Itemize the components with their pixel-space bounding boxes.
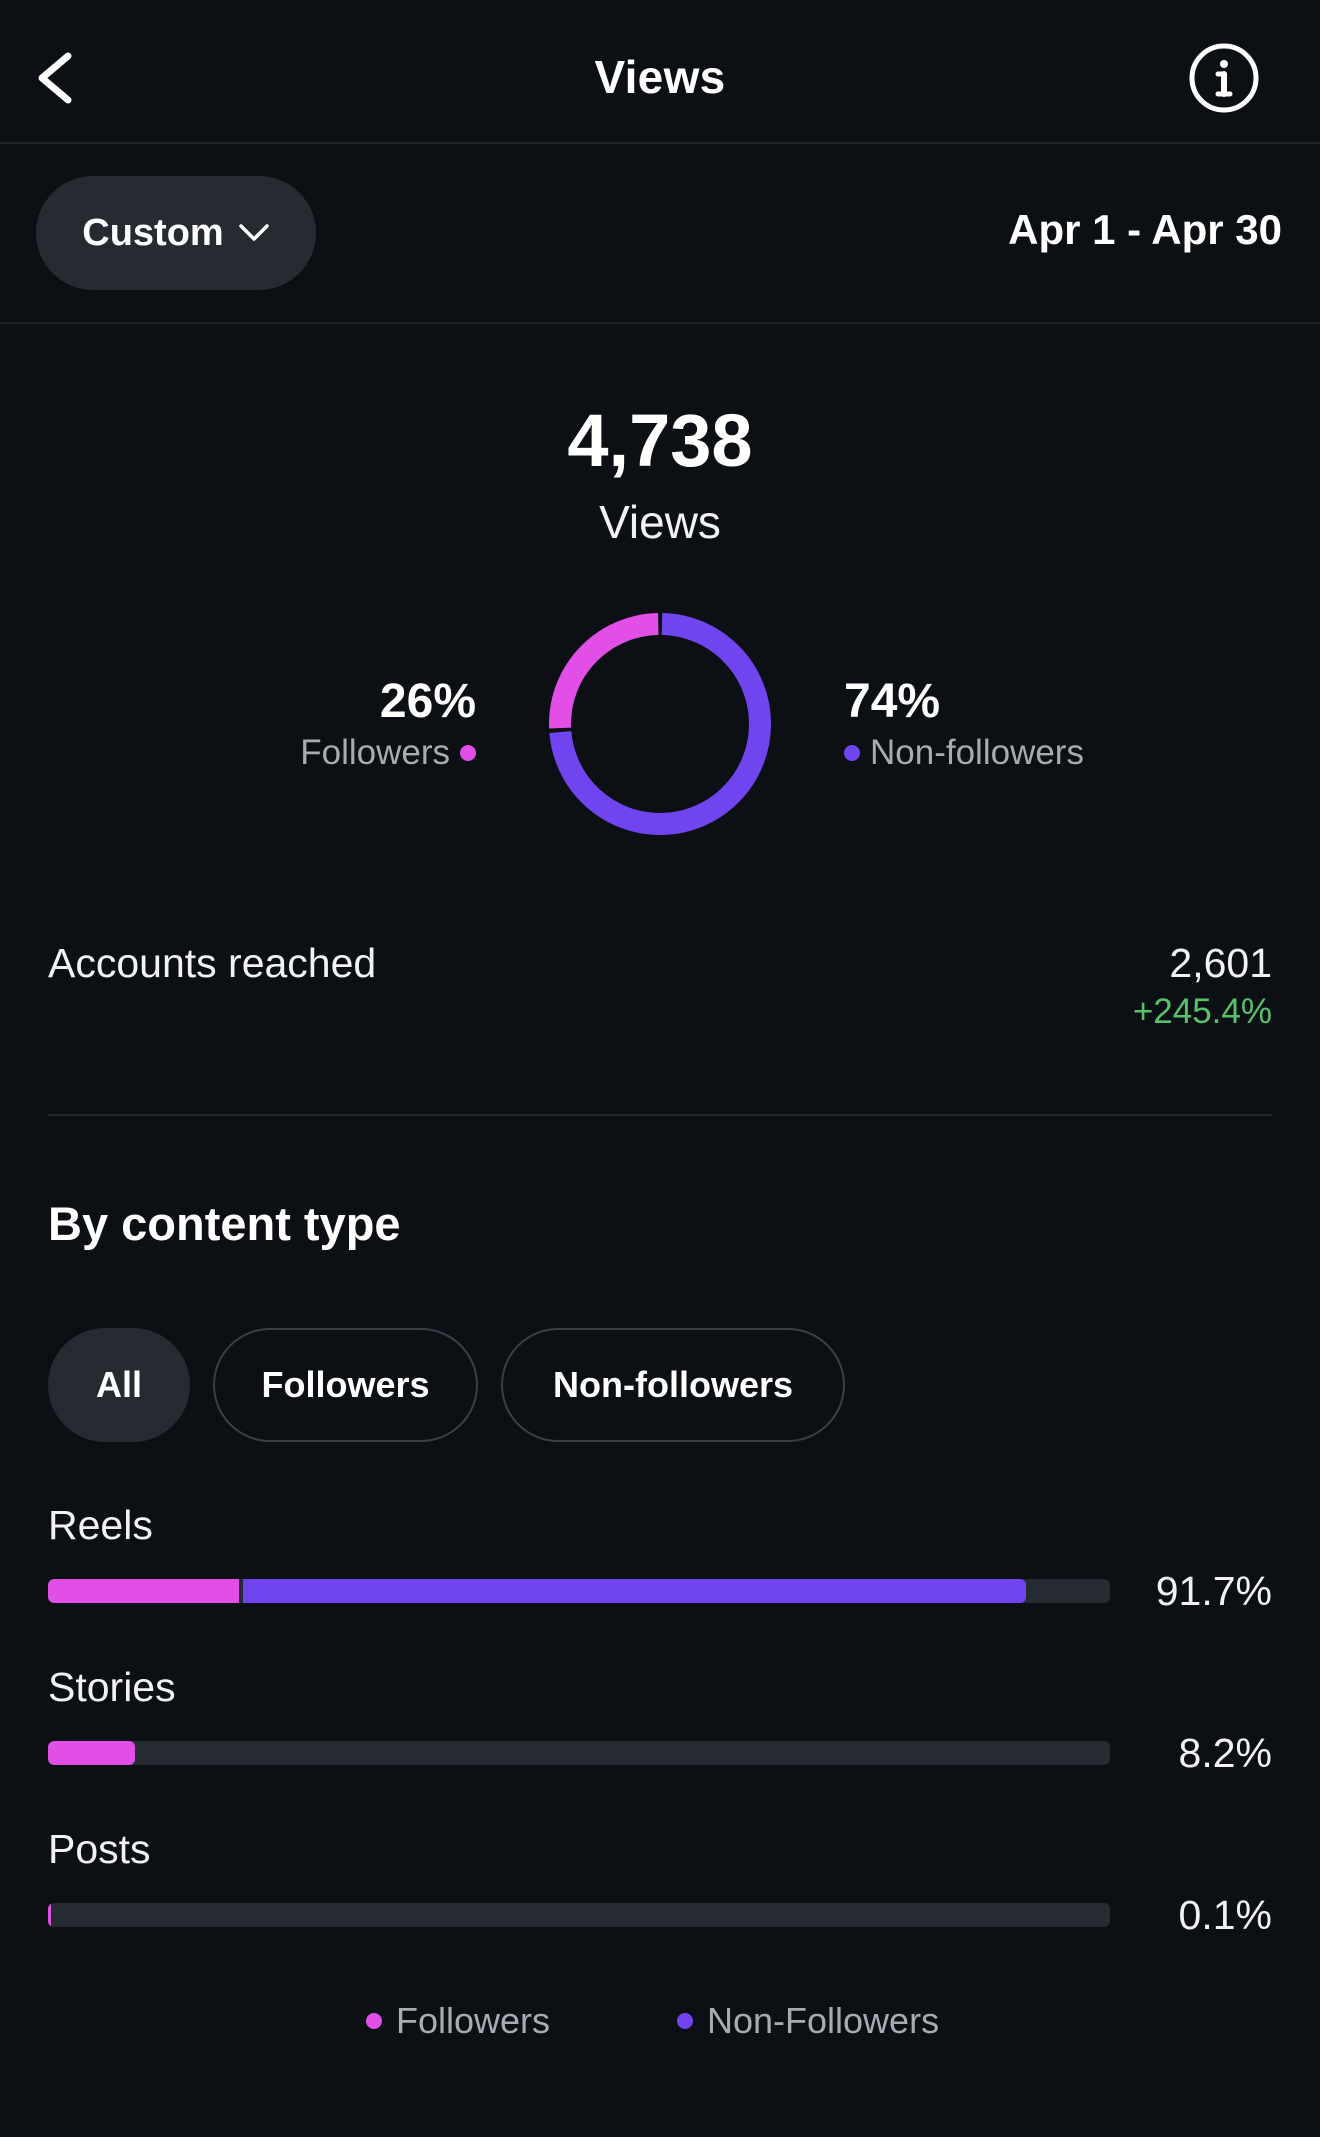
content-type-title: By content type bbox=[48, 1197, 401, 1250]
content-bar-posts bbox=[48, 1903, 1110, 1927]
legend-followers: Followers bbox=[366, 2000, 550, 2042]
total-views-label: Views bbox=[599, 496, 721, 548]
accounts-reached-value: 2,601 bbox=[1169, 940, 1272, 986]
dropdown-label: Custom bbox=[82, 211, 224, 254]
content-row-label-stories: Stories bbox=[48, 1664, 176, 1710]
filter-pill-label: All bbox=[95, 1364, 142, 1405]
content-row-percent-stories: 8.2% bbox=[1178, 1730, 1272, 1776]
non-followers-dot-icon bbox=[677, 2013, 693, 2029]
section-divider bbox=[48, 1114, 1272, 1116]
non-followers-split-label: Non-followers bbox=[844, 730, 1084, 776]
non-followers-dot-icon bbox=[844, 745, 860, 761]
top-bar: Views bbox=[0, 0, 1320, 144]
views-insights-screen: Views Custom Apr 1 - Apr 30 4,738 Views … bbox=[0, 0, 1320, 2137]
bar-segment-followers bbox=[48, 1579, 240, 1603]
filter-pill-non-followers[interactable]: Non-followers bbox=[501, 1328, 845, 1442]
followers-dot-icon bbox=[460, 745, 476, 761]
bar-segment-non-followers bbox=[243, 1579, 1026, 1603]
non-followers-percent: 74% bbox=[844, 675, 941, 728]
followers-split: 26% Followers bbox=[300, 674, 476, 776]
content-bar-stories bbox=[48, 1741, 1110, 1765]
info-button[interactable] bbox=[1188, 42, 1260, 114]
legend-label: Followers bbox=[396, 2000, 551, 2041]
date-range-text: Apr 1 - Apr 30 bbox=[1008, 206, 1282, 253]
accounts-reached-change: +245.4% bbox=[1132, 992, 1272, 1031]
filter-pill-followers[interactable]: Followers bbox=[213, 1328, 478, 1442]
page-title: Views bbox=[594, 51, 726, 103]
views-donut-chart bbox=[549, 613, 771, 835]
content-bar-reels bbox=[48, 1579, 1110, 1603]
info-circle-icon bbox=[1189, 43, 1259, 113]
bar-segment-followers bbox=[48, 1903, 51, 1927]
followers-label: Followers bbox=[300, 733, 450, 772]
content-row-percent-reels: 91.7% bbox=[1155, 1568, 1272, 1614]
non-followers-label: Non-followers bbox=[870, 733, 1084, 772]
filter-pill-label: Followers bbox=[261, 1364, 430, 1405]
date-filter-row: Custom Apr 1 - Apr 30 bbox=[0, 146, 1320, 324]
content-row-label-posts: Posts bbox=[48, 1826, 151, 1872]
followers-percent: 26% bbox=[379, 675, 476, 728]
bar-segment-followers bbox=[48, 1741, 136, 1765]
accounts-reached-label: Accounts reached bbox=[48, 940, 377, 986]
filter-pill-all[interactable]: All bbox=[48, 1328, 190, 1442]
date-range-dropdown[interactable]: Custom bbox=[36, 176, 316, 290]
content-row-percent-posts: 0.1% bbox=[1178, 1892, 1272, 1938]
chevron-down-icon bbox=[238, 224, 269, 241]
content-row-label-reels: Reels bbox=[48, 1502, 153, 1548]
followers-split-label: Followers bbox=[300, 730, 476, 776]
legend-non-followers: Non-Followers bbox=[677, 2000, 939, 2042]
legend-label: Non-Followers bbox=[707, 2000, 940, 2041]
followers-dot-icon bbox=[366, 2013, 382, 2029]
total-views-value: 4,738 bbox=[567, 399, 753, 482]
filter-pill-label: Non-followers bbox=[553, 1364, 793, 1405]
non-followers-split: 74% Non-followers bbox=[844, 674, 1084, 776]
